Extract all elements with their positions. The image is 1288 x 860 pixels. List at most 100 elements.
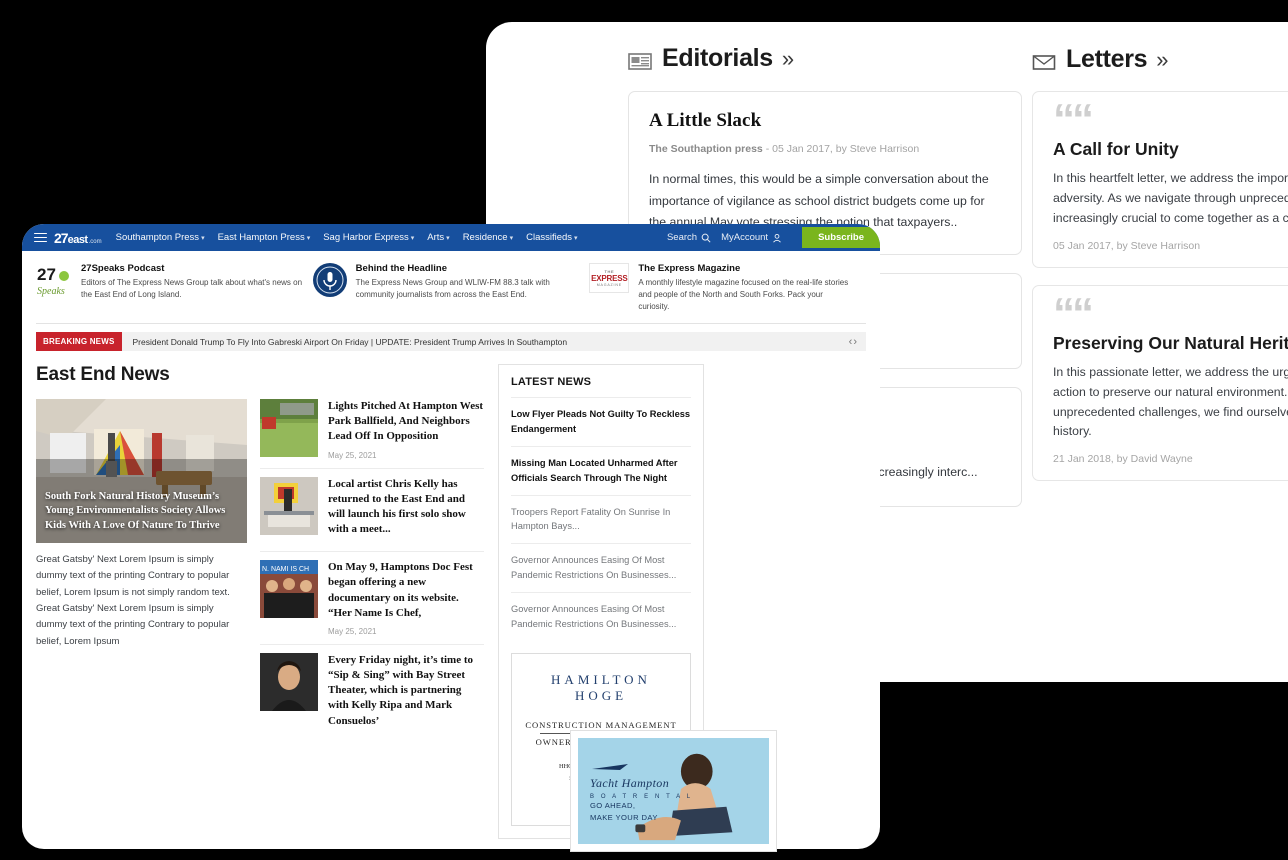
svg-text:27: 27 xyxy=(37,265,56,284)
latest-news-heading: LATEST NEWS xyxy=(511,376,592,388)
yacht-cta-line-2: MAKE YOUR DAY xyxy=(590,812,658,822)
story-date: May 25, 2021 xyxy=(328,450,377,460)
list-item[interactable]: Local artist Chris Kelly has returned to… xyxy=(260,469,484,553)
list-item[interactable]: Lights Pitched At Hampton West Park Ball… xyxy=(260,399,484,469)
breaking-news-text[interactable]: President Donald Trump To Fly Into Gabre… xyxy=(122,337,568,347)
screenshot-stage: Editorials » A Little Slack The Southapt… xyxy=(0,0,1288,860)
svg-text:Speaks: Speaks xyxy=(37,286,65,297)
search-icon xyxy=(701,233,711,243)
speaks-logo-icon: 27 Speaks xyxy=(36,263,72,299)
promo-27speaks[interactable]: 27 Speaks 27Speaks Podcast Editors of The… xyxy=(36,263,313,313)
ad-brand: HAMILTON HOGE xyxy=(551,671,651,703)
letters-title: Letters xyxy=(1066,45,1148,73)
letters-chevron-icon[interactable]: » xyxy=(1156,47,1168,73)
story-title: Lights Pitched At Hampton West Park Ball… xyxy=(328,400,484,443)
site-logo[interactable]: 27 east .com xyxy=(54,230,102,246)
page-title: East End News xyxy=(36,364,170,385)
logo-number: 27 xyxy=(54,229,69,246)
lead-story[interactable]: South Fork Natural History Museum’s Youn… xyxy=(36,399,247,743)
letter-card[interactable]: ““ Preserving Our Natural Heritage In th… xyxy=(1032,284,1288,482)
nav-label: Residence xyxy=(462,232,508,243)
story-title: On May 9, Hamptons Doc Fest began offeri… xyxy=(328,561,473,619)
story-thumbnail: N. NAMI IS CH xyxy=(260,560,318,619)
list-item[interactable]: N. NAMI IS CH On May 9, Hamptons Doc Fes… xyxy=(260,552,484,645)
subscribe-button[interactable]: Subscribe xyxy=(802,227,880,248)
envelope-icon xyxy=(1032,50,1057,70)
chevron-down-icon: ▾ xyxy=(306,235,311,242)
nav-item-arts[interactable]: Arts ▾ xyxy=(427,232,449,243)
nav-item-classifieds[interactable]: Classifieds ▾ xyxy=(526,232,577,243)
editorial-meta: The Southaption press - 05 Jan 2017, by … xyxy=(649,143,1001,155)
chevron-down-icon: ▾ xyxy=(201,235,205,242)
express-magazine-logo-icon: THE EXPRESS MAGAZINE xyxy=(589,263,630,293)
story-list: Lights Pitched At Hampton West Park Ball… xyxy=(260,399,484,743)
editorial-date: - 05 Jan 2017, by Steve Harrison xyxy=(765,143,920,155)
quote-icon: ““ xyxy=(1053,288,1094,338)
behind-headline-logo-icon xyxy=(312,263,347,297)
promo-express-magazine[interactable]: THE EXPRESS MAGAZINE The Express Magazin… xyxy=(589,263,866,313)
editorials-heading[interactable]: Editorials » xyxy=(628,44,1022,73)
next-arrow-icon[interactable]: › xyxy=(853,336,858,348)
yacht-cta-line-1: GO AHEAD, xyxy=(590,801,636,810)
breaking-news-bar[interactable]: BREAKING NEWS President Donald Trump To … xyxy=(36,332,866,351)
nav-item-southampton-press[interactable]: Southampton Press ▾ xyxy=(116,232,205,243)
letter-card[interactable]: ““ A Call for Unity In this heartfelt le… xyxy=(1032,91,1288,268)
letter-meta: 21 Jan 2018, by David Wayne xyxy=(1053,453,1193,466)
list-item[interactable]: Every Friday night, it’s time to “Sip & … xyxy=(260,645,484,743)
east-end-news-column: East End News South Fork Natural History… xyxy=(36,364,484,839)
letter-excerpt: In this passionate letter, we address th… xyxy=(1053,364,1288,439)
nav-label: Classifieds xyxy=(526,232,573,243)
story-thumbnail xyxy=(260,652,318,711)
story-thumbnail xyxy=(260,476,318,535)
chevron-down-icon: ▾ xyxy=(410,235,415,242)
yacht-hampton-ad[interactable]: Yacht Hampton B O A T R E N T A L GO AHE… xyxy=(570,730,777,852)
nav-right-group: Search MyAccount Subscribe xyxy=(667,227,880,248)
my-account-button[interactable]: MyAccount xyxy=(721,232,782,243)
editorials-title: Editorials xyxy=(662,44,773,72)
lead-story-body: Great Gatsby' Next Lorem Ipsum is simply… xyxy=(36,554,230,647)
mag-logo-mid: EXPRESS xyxy=(591,274,628,283)
editorial-title: A Little Slack xyxy=(649,110,762,131)
nav-item-sag-harbor-express[interactable]: Sag Harbor Express ▾ xyxy=(323,232,414,243)
search-label: Search xyxy=(666,232,698,243)
chevron-down-icon: ▾ xyxy=(446,235,450,242)
latest-news-item[interactable]: Governor Announces Easing Of Most Pandem… xyxy=(511,543,691,592)
lead-story-photo: South Fork Natural History Museum’s Youn… xyxy=(36,399,247,543)
logo-tld: .com xyxy=(88,238,102,245)
editorial-source: The Southaption press xyxy=(649,143,763,155)
letter-meta: 05 Jan 2017, by Steve Harrison xyxy=(1053,239,1201,252)
nav-label: Sag Harbor Express xyxy=(323,232,409,243)
promo-title: 27Speaks Podcast xyxy=(81,263,165,274)
latest-news-item[interactable]: Governor Announces Easing Of Most Pandem… xyxy=(511,592,691,641)
promo-desc: Editors of The Express News Group talk a… xyxy=(81,278,303,299)
chevron-down-icon: ▾ xyxy=(574,235,578,242)
svg-text:N. NAMI IS CH: N. NAMI IS CH xyxy=(262,566,309,573)
divider xyxy=(36,323,866,324)
promo-behind-the-headline[interactable]: Behind the Headline The Express News Gro… xyxy=(312,263,590,313)
hamburger-menu-icon[interactable] xyxy=(34,230,47,245)
boat-icon xyxy=(592,764,628,770)
yacht-ad-logo: Yacht Hampton B O A T R E N T A L xyxy=(590,758,693,800)
editorials-chevron-icon[interactable]: » xyxy=(782,46,794,72)
story-thumbnail xyxy=(260,399,318,457)
letters-column: Letters » ““ A Call for Unity In this he… xyxy=(1032,45,1288,482)
latest-news-item[interactable]: Missing Man Located Unharmed After Offic… xyxy=(511,445,691,495)
nav-item-residence[interactable]: Residence ▾ xyxy=(463,232,513,243)
letter-excerpt: In this heartfelt letter, we address the… xyxy=(1053,171,1288,225)
quote-icon: ““ xyxy=(1053,95,1094,144)
account-label: MyAccount xyxy=(721,232,769,243)
user-icon xyxy=(773,233,781,242)
story-date: May 25, 2021 xyxy=(328,626,377,636)
nav-label: East Hampton Press xyxy=(217,232,305,243)
latest-news-item[interactable]: Troopers Report Fatality On Sunrise In H… xyxy=(511,494,691,544)
search-button[interactable]: Search xyxy=(667,232,711,243)
site-navbar: 27 east .com Southampton Press ▾ East Ham… xyxy=(22,224,880,251)
story-title: Every Friday night, it’s time to “Sip & … xyxy=(328,653,474,727)
nav-item-east-hampton-press[interactable]: East Hampton Press ▾ xyxy=(218,232,311,243)
letter-title: A Call for Unity xyxy=(1053,139,1179,159)
mag-logo-bottom: MAGAZINE xyxy=(596,283,622,287)
breaking-news-nav[interactable]: ‹› xyxy=(849,336,866,348)
latest-news-item[interactable]: Low Flyer Pleads Not Guilty To Reckless … xyxy=(511,397,691,446)
lead-story-caption: South Fork Natural History Museum’s Youn… xyxy=(45,490,226,531)
letters-heading[interactable]: Letters » xyxy=(1032,45,1288,74)
